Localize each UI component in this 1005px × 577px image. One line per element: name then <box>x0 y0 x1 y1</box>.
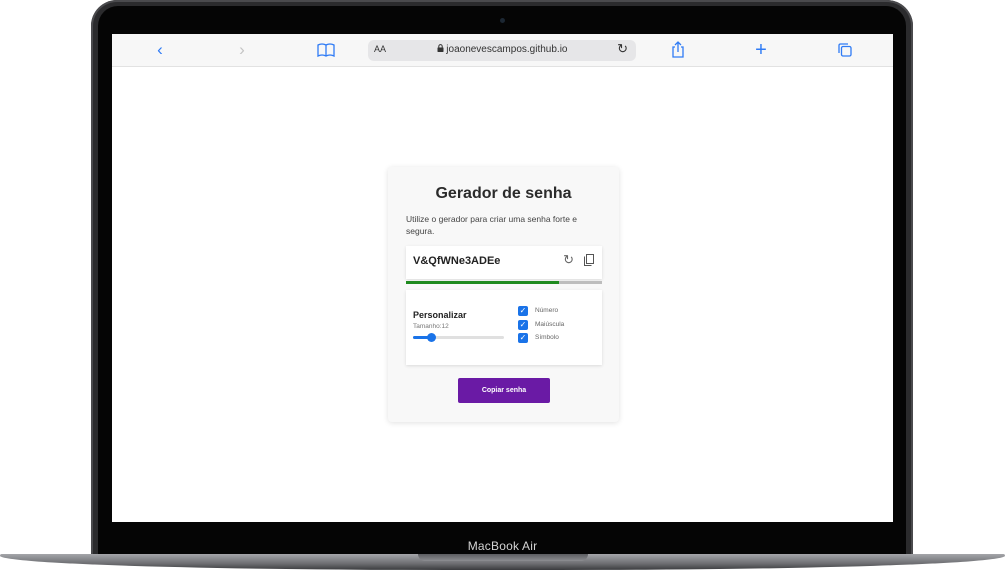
password-text[interactable]: V&QfWNe3ADEe <box>413 255 500 267</box>
camera <box>500 18 505 23</box>
customize-panel: Personalizar Tamanho:12 ✓ Número ✓ Maiús… <box>406 290 602 365</box>
bookmarks-icon[interactable] <box>317 43 335 58</box>
checkbox-numero[interactable]: ✓ <box>518 306 528 316</box>
password-generator-card: Gerador de senha Utilize o gerador para … <box>388 167 619 422</box>
browser-toolbar: ‹ › AA joaonevescampos.github.io ↻ + <box>112 34 893 67</box>
card-description: Utilize o gerador para criar uma senha f… <box>406 214 578 236</box>
checkbox-simbolo[interactable]: ✓ <box>518 333 528 343</box>
url-label: joaonevescampos.github.io <box>446 44 568 56</box>
device-label: MacBook Air <box>467 539 538 553</box>
length-slider[interactable] <box>413 333 504 342</box>
reload-icon[interactable]: ↻ <box>617 41 628 57</box>
card-title: Gerador de senha <box>435 185 572 202</box>
browser-screen: ‹ › AA joaonevescampos.github.io ↻ + Ger… <box>112 34 893 522</box>
new-tab-icon[interactable]: + <box>751 34 771 66</box>
customize-title: Personalizar <box>413 310 467 320</box>
option-maiuscula-label: Maiúscula <box>535 321 565 328</box>
copy-icon[interactable] <box>584 253 594 266</box>
size-label: Tamanho:12 <box>413 323 449 330</box>
forward-icon[interactable]: › <box>232 34 252 66</box>
option-simbolo-label: Símbolo <box>535 334 559 341</box>
url-text: joaonevescampos.github.io <box>368 44 636 55</box>
back-icon[interactable]: ‹ <box>150 34 170 66</box>
strength-bar-fill <box>406 281 559 284</box>
strength-bar <box>406 281 602 284</box>
copy-password-button[interactable]: Copiar senha <box>458 378 550 403</box>
option-numero-label: Número <box>535 307 559 314</box>
regenerate-icon[interactable]: ↻ <box>563 252 574 268</box>
tabs-icon[interactable] <box>838 43 852 57</box>
password-display: V&QfWNe3ADEe ↻ <box>406 246 602 279</box>
address-bar[interactable]: AA joaonevescampos.github.io ↻ <box>368 40 636 61</box>
share-icon[interactable] <box>671 41 685 58</box>
length-slider-thumb[interactable] <box>427 333 437 342</box>
laptop-notch <box>418 554 588 561</box>
lock-icon <box>437 44 444 55</box>
checkbox-maiuscula[interactable]: ✓ <box>518 320 528 330</box>
